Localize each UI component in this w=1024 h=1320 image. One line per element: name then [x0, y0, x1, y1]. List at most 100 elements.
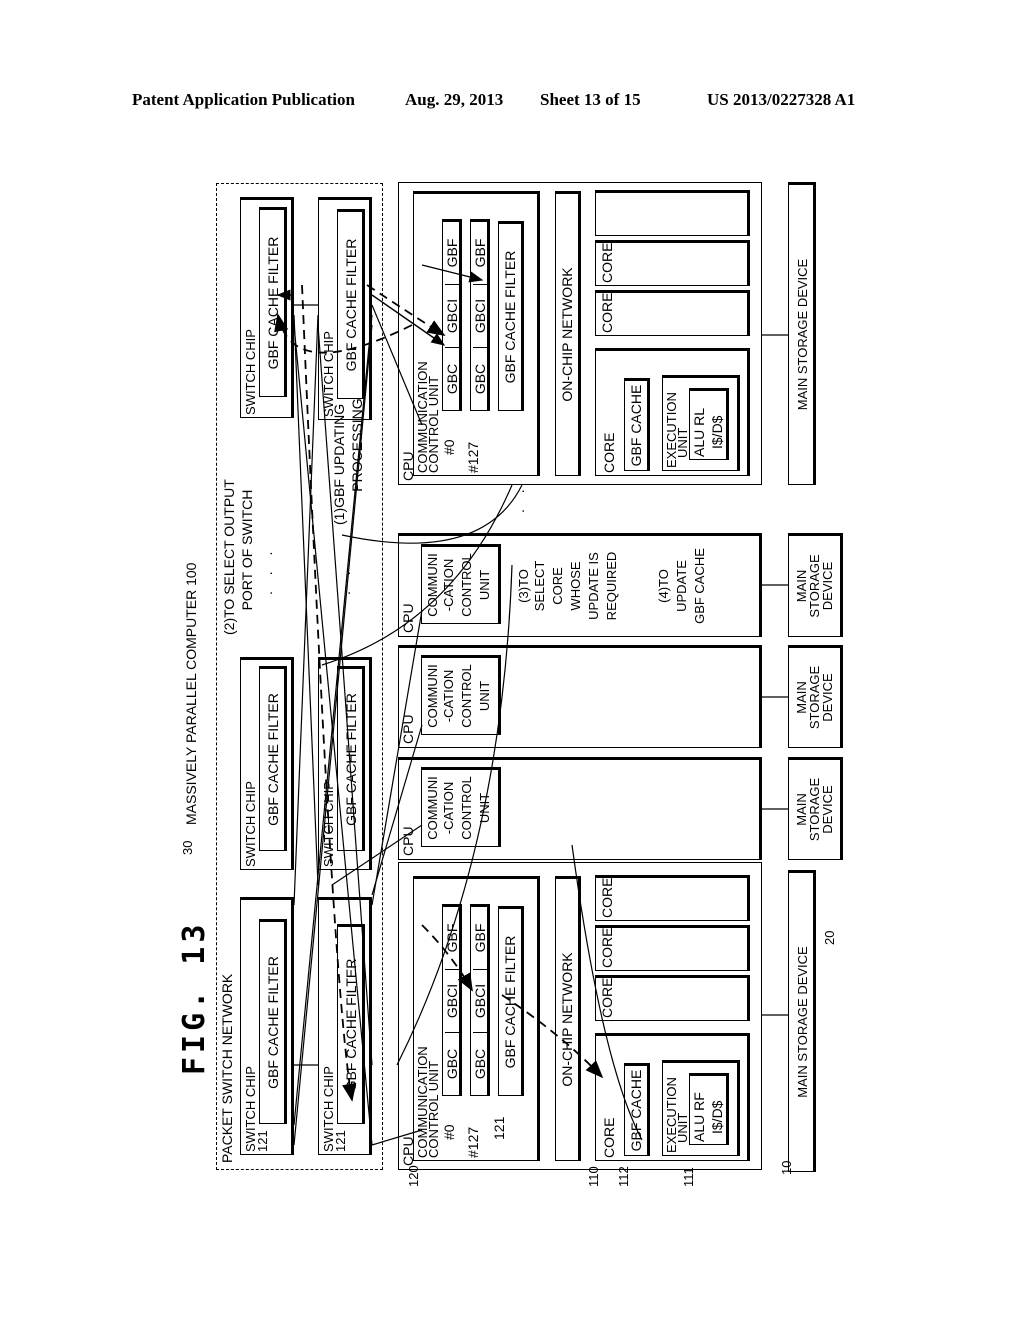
ref-112: 112 [616, 1166, 631, 1187]
step-3-label: SELECT [532, 560, 547, 612]
ref-30: 30 [180, 840, 195, 855]
ccu-label: COMMUNI [425, 553, 440, 617]
cpu-label: CPU [400, 826, 416, 856]
cache-label: I$/D$ [709, 415, 725, 449]
entry-127-label: #127 [465, 1126, 481, 1158]
gbci-field: GBCI [444, 284, 460, 347]
core: CORE [595, 290, 750, 336]
main-storage-device: MAIN STORAGE DEVICE [788, 182, 816, 485]
entry-127-label: #127 [465, 441, 481, 473]
main-storage-label: DEVICE [820, 785, 835, 834]
ccu-label: -CATION [441, 558, 456, 612]
ccu-label: COMMUNI [425, 664, 440, 728]
main-storage-label: DEVICE [820, 561, 835, 611]
step-4-label: (4)TO [656, 569, 671, 603]
ref-20: 20 [822, 930, 837, 945]
network-label: PACKET SWITCH NETWORK [219, 973, 235, 1163]
core-label: CORE [599, 292, 615, 333]
cpu: CPU COMMUNI -CATION CONTROL UNIT [398, 757, 762, 860]
execution-unit: EXECUTION UNIT ALU RF I$/D$ [662, 1060, 740, 1156]
cpu: CPU COMMUNI -CATION CONTROL UNIT (3)TO S… [398, 533, 762, 637]
cache-label: I$/D$ [709, 1100, 725, 1134]
gbc-field: GBC [472, 1032, 488, 1095]
entry-0-label: #0 [441, 439, 457, 455]
gbc-entry-0: GBC GBCI GBF [442, 219, 462, 411]
cpu-10: CPU COMMUNICATION CONTROL UNIT #0 #127 1… [398, 862, 762, 1170]
filter-label: GBF CACHE FILTER [343, 238, 359, 372]
filter-label: GBF CACHE FILTER [343, 958, 359, 1092]
ref-121: 121 [491, 1116, 507, 1140]
core: CORE GBF CACHE EXECUTION UNIT ALU RL I$/… [595, 348, 750, 476]
gbf-cache-filter: GBF CACHE FILTER [259, 666, 287, 851]
ccu-label-2: CONTROL UNIT [426, 375, 441, 473]
ref-111: 111 [681, 1167, 696, 1187]
cpu-label: CPU [400, 603, 416, 633]
communication-control-unit: COMMUNICATION CONTROL UNIT #0 #127 GBC G… [413, 191, 540, 476]
gbc-field: GBC [444, 347, 460, 410]
main-storage-device: MAIN STORAGE DEVICE [788, 645, 843, 748]
core-label: CORE [599, 977, 615, 1018]
ccu-label: UNIT [477, 680, 492, 712]
execution-unit-label-2: UNIT [675, 1112, 690, 1143]
ccu-label: UNIT [477, 792, 492, 824]
on-chip-network-label: ON-CHIP NETWORK [559, 267, 575, 402]
gbf-cache-filter: GBF CACHE FILTER [259, 919, 287, 1124]
step-4-label: GBF CACHE [692, 548, 707, 624]
ellipsis: . . . [259, 545, 275, 595]
gbf-field: GBF [444, 923, 460, 953]
publication-label: Patent Application Publication [132, 90, 355, 109]
step-1-label-line1: (1)GBF UPDATING [331, 403, 347, 525]
figure-title: FIG. 13 [177, 920, 212, 1075]
main-storage-label: MAIN STORAGE DEVICE [795, 946, 810, 1098]
core: CORE [595, 875, 750, 921]
switch-chip-label: SWITCH CHIP [243, 781, 258, 867]
gbci-field: GBCI [472, 284, 488, 347]
execution-unit: EXECUTION UNIT ALU RL I$/D$ [662, 375, 740, 471]
ref-10: 10 [779, 1160, 794, 1175]
ccu-label: COMMUNI [425, 776, 440, 840]
gbf-cache-filter: GBF CACHE FILTER [259, 207, 287, 397]
figure-13-diagram: FIG. 13 30 MASSIVELY PARALLEL COMPUTER 1… [177, 175, 862, 1187]
gbf-cache-filter: GBF CACHE FILTER [498, 906, 524, 1096]
ccu-label: -CATION [441, 669, 456, 723]
on-chip-network: ON-CHIP NETWORK [555, 876, 581, 1161]
switch-chip: SWITCH CHIP 121 GBF CACHE FILTER [240, 897, 294, 1155]
main-storage-device-20: MAIN STORAGE DEVICE [788, 870, 816, 1172]
step-3-label: WHOSE [568, 561, 583, 611]
switch-chip: SWITCH CHIP GBF CACHE FILTER [318, 657, 372, 870]
entry-0-label: #0 [441, 1124, 457, 1140]
cpu-label: CPU [400, 714, 416, 744]
switch-chip: SWITCH CHIP 121 GBF CACHE FILTER [318, 897, 372, 1155]
core: CORE [595, 975, 750, 1021]
core-label: CORE [599, 927, 615, 968]
switch-chip: SWITCH CHIP GBF CACHE FILTER [240, 197, 294, 418]
switch-chip: SWITCH CHIP GBF CACHE FILTER [240, 657, 294, 870]
communication-control-unit: COMMUNI -CATION CONTROL UNIT [421, 767, 501, 847]
gbc-field: GBC [472, 347, 488, 410]
gbf-cache-filter: GBF CACHE FILTER [337, 666, 365, 851]
main-storage-device: MAIN STORAGE DEVICE [788, 757, 843, 860]
core-110: CORE GBF CACHE EXECUTION UNIT ALU RF I$/… [595, 1033, 750, 1161]
gbf-field: GBF [472, 238, 488, 268]
communication-control-unit: COMMUNICATION CONTROL UNIT #0 #127 121 G… [413, 876, 540, 1161]
switch-chip-label: SWITCH CHIP [321, 781, 336, 867]
communication-control-unit: COMMUNI -CATION CONTROL UNIT [421, 544, 501, 624]
gbf-cache-filter: GBF CACHE FILTER [337, 209, 365, 399]
gbci-field: GBCI [472, 969, 488, 1032]
core [595, 190, 750, 236]
gbc-field: GBC [444, 1032, 460, 1095]
step-3-label: REQUIRED [604, 551, 619, 621]
filter-label: GBF CACHE FILTER [265, 956, 281, 1089]
ellipsis: . . . [337, 545, 353, 595]
gbf-field: GBF [444, 238, 460, 268]
step-1-label-line2: PROCESSING [349, 398, 365, 492]
alu-rf-block: ALU RF I$/D$ [689, 1073, 729, 1145]
core-label: CORE [601, 432, 617, 473]
ref-110: 110 [586, 1166, 601, 1187]
publication-date: Aug. 29, 2013 [405, 90, 504, 109]
system-label: MASSIVELY PARALLEL COMPUTER 100 [183, 562, 199, 825]
step-3-label: (3)TO [516, 569, 531, 603]
alu-rf-label: ALU RF [691, 1092, 707, 1142]
ccu-label: UNIT [477, 569, 492, 601]
core-label: CORE [601, 1117, 617, 1158]
